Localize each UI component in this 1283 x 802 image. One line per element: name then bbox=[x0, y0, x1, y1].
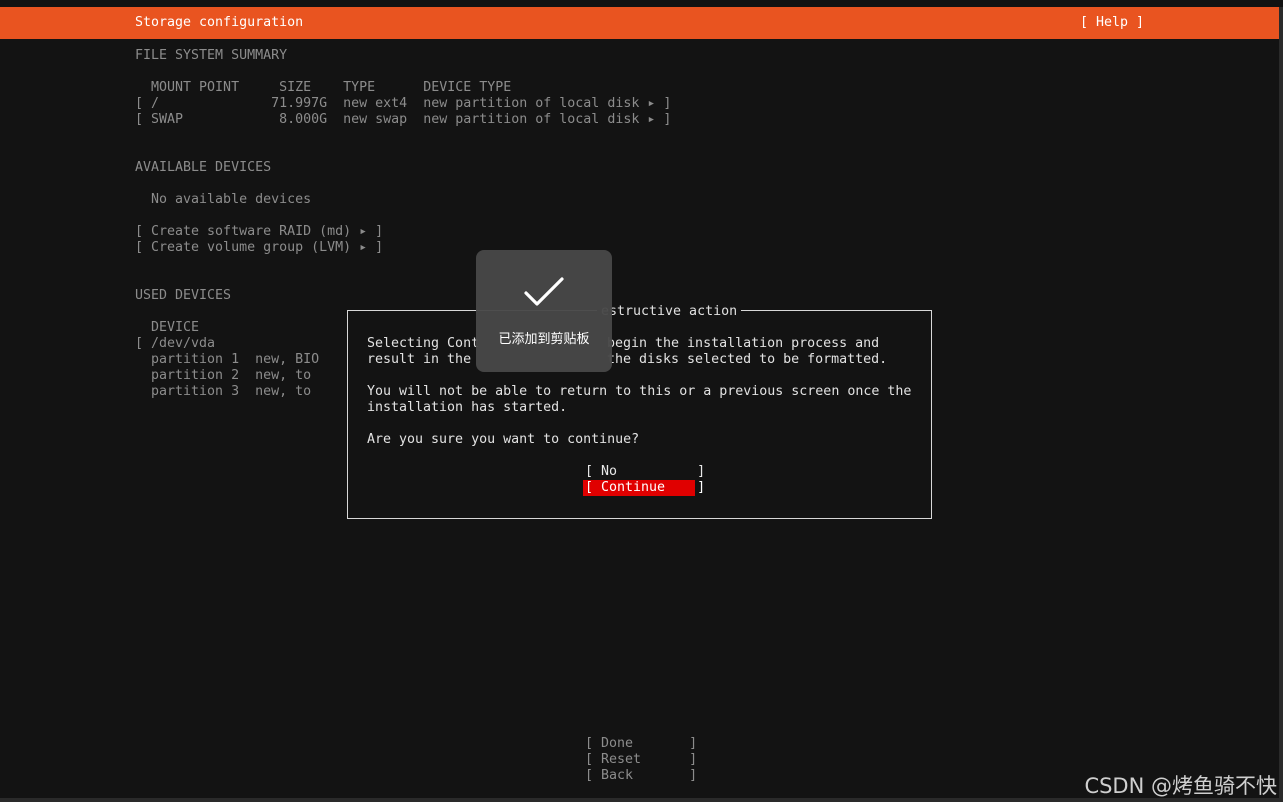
used-partition-1: partition 1 new, BIO bbox=[135, 352, 320, 367]
installer-screen: Storage configuration [ Help ] FILE SYST… bbox=[0, 0, 1283, 802]
fs-row-root[interactable]: [ / 71.997G new ext4 new partition of lo… bbox=[135, 96, 671, 112]
reset-button[interactable]: [ Reset ] bbox=[585, 752, 697, 768]
watermark: CSDN @烤鱼骑不快 bbox=[1084, 774, 1277, 798]
dialog-warning-line2: installation has started. bbox=[367, 400, 568, 415]
fs-summary-heading: FILE SYSTEM SUMMARY bbox=[135, 48, 288, 63]
fs-summary-columns: MOUNT POINT SIZE TYPE DEVICE TYPE bbox=[135, 80, 512, 95]
fs-row-swap[interactable]: [ SWAP 8.000G new swap new partition of … bbox=[135, 112, 671, 128]
done-button[interactable]: [ Done ] bbox=[585, 736, 697, 752]
used-partition-2: partition 2 new, to bbox=[135, 368, 312, 383]
window-right-edge bbox=[1279, 7, 1283, 802]
used-devices-column: DEVICE bbox=[135, 320, 200, 335]
dialog-warning-line1: You will not be able to return to this o… bbox=[367, 384, 912, 399]
available-devices-heading: AVAILABLE DEVICES bbox=[135, 160, 272, 175]
dialog-question: Are you sure you want to continue? bbox=[367, 432, 640, 447]
used-devices-heading: USED DEVICES bbox=[135, 288, 232, 303]
dialog-title: estructive action bbox=[597, 304, 742, 320]
help-button[interactable]: [ Help ] bbox=[1080, 15, 1144, 31]
title-bar: Storage configuration [ Help ] bbox=[0, 7, 1279, 39]
top-gap bbox=[0, 0, 1283, 7]
create-lvm-button[interactable]: [ Create volume group (LVM) ▸ ] bbox=[135, 240, 383, 256]
dialog-text-line2-left: result in the bbox=[367, 352, 472, 367]
used-device-vda[interactable]: [ /dev/vda bbox=[135, 336, 215, 352]
used-partition-3: partition 3 new, to bbox=[135, 384, 312, 399]
dialog-text-line1-right: begin the installation process and bbox=[607, 336, 880, 351]
dialog-text-line1-left: Selecting Cont bbox=[367, 336, 480, 351]
back-button[interactable]: [ Back ] bbox=[585, 768, 697, 784]
continue-label: [ Continue ] bbox=[585, 480, 706, 495]
dialog-text-line2-right: the disks selected to be formatted. bbox=[607, 352, 888, 367]
toast-message: 已添加到剪贴板 bbox=[498, 332, 590, 347]
window-bottom-edge bbox=[0, 798, 1283, 802]
continue-button[interactable]: [ Continue ] bbox=[583, 480, 705, 496]
page-title: Storage configuration bbox=[135, 15, 304, 30]
checkmark-icon bbox=[524, 277, 564, 306]
no-button[interactable]: [ No ] bbox=[585, 464, 705, 480]
clipboard-toast: 已添加到剪贴板 bbox=[476, 250, 612, 372]
no-available-devices: No available devices bbox=[135, 192, 312, 207]
create-raid-button[interactable]: [ Create software RAID (md) ▸ ] bbox=[135, 224, 383, 240]
